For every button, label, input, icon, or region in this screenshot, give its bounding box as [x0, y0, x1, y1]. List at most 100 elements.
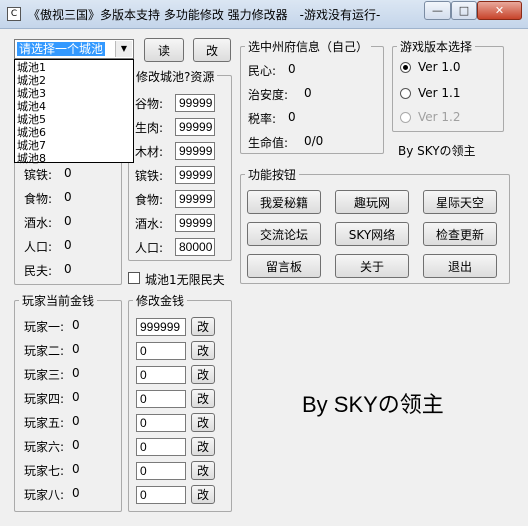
prefecture-value: 0: [304, 86, 312, 100]
player-money-value: 0: [72, 390, 80, 404]
star-sky-button[interactable]: 星际天空: [423, 190, 497, 214]
money-input[interactable]: 999999: [136, 318, 186, 336]
city-status-label: 民夫:: [24, 264, 53, 278]
resource-label: 木材:: [135, 145, 164, 159]
player-money-value: 0: [72, 366, 80, 380]
dropdown-option[interactable]: 城池1: [17, 61, 46, 74]
dropdown-option[interactable]: 城池8: [17, 152, 46, 165]
city-dropdown-list[interactable]: 城池1 城池2 城池3 城池4 城池5 城池6 城池7 城池8: [14, 59, 134, 165]
modify-money-button[interactable]: 改: [191, 317, 215, 336]
guestbook-button[interactable]: 留言板: [247, 254, 321, 278]
city-status-value: 0: [64, 262, 72, 276]
modify-resources-title: 修改城池?资源: [133, 68, 218, 85]
prefecture-label: 民心:: [248, 64, 277, 78]
city-status-label: 人口:: [24, 240, 53, 254]
prefecture-label: 税率:: [248, 112, 277, 126]
money-input[interactable]: 0: [136, 366, 186, 384]
dropdown-option[interactable]: 城池5: [17, 113, 46, 126]
modify-money-button[interactable]: 改: [191, 365, 215, 384]
money-input[interactable]: 0: [136, 390, 186, 408]
unlimited-laborers-checkbox[interactable]: [128, 272, 140, 284]
dropdown-option[interactable]: 城池7: [17, 139, 46, 152]
version-radio[interactable]: [400, 62, 411, 73]
player-money-value: 0: [72, 486, 80, 500]
chevron-down-icon[interactable]: ▼: [115, 41, 132, 57]
about-button[interactable]: 关于: [335, 254, 409, 278]
player-money-label: 玩家四:: [24, 392, 65, 406]
resource-input[interactable]: 80000: [175, 238, 215, 256]
money-input[interactable]: 0: [136, 462, 186, 480]
version-title: 游戏版本选择: [397, 38, 476, 55]
city-select-value: 请选择一个城池: [17, 42, 106, 56]
modify-money-button[interactable]: 改: [191, 485, 215, 504]
exit-button[interactable]: 退出: [423, 254, 497, 278]
money-input[interactable]: 0: [136, 438, 186, 456]
quwan-button[interactable]: 趣玩网: [335, 190, 409, 214]
resource-label: 人口:: [135, 241, 164, 255]
money-input[interactable]: 0: [136, 486, 186, 504]
resource-label: 镔铁:: [135, 169, 164, 183]
unlimited-laborers-label: 城池1无限民夫: [145, 273, 225, 287]
window-title: 《傲视三国》多版本支持 多功能修改 强力修改器 -游戏没有运行-: [28, 8, 381, 22]
resource-input[interactable]: 99999: [175, 166, 215, 184]
resource-input[interactable]: 99999: [175, 214, 215, 232]
modify-money-button[interactable]: 改: [191, 413, 215, 432]
minimize-button[interactable]: —: [424, 1, 451, 20]
player-money-title: 玩家当前金钱: [19, 292, 98, 309]
city-status-value: 0: [64, 214, 72, 228]
sky-network-button[interactable]: SKY网络: [335, 222, 409, 246]
resource-input[interactable]: 99999: [175, 190, 215, 208]
player-money-value: 0: [72, 414, 80, 428]
city-select[interactable]: 请选择一个城池 ▼: [14, 39, 134, 59]
function-buttons-title: 功能按钮: [245, 166, 300, 183]
money-input[interactable]: 0: [136, 342, 186, 360]
big-credit-text: By SKYの领主: [302, 392, 444, 417]
player-money-value: 0: [72, 318, 80, 332]
dropdown-option[interactable]: 城池3: [17, 87, 46, 100]
dropdown-option[interactable]: 城池2: [17, 74, 46, 87]
modify-city-button[interactable]: 改: [193, 38, 231, 62]
forum-button[interactable]: 交流论坛: [247, 222, 321, 246]
money-input[interactable]: 0: [136, 414, 186, 432]
player-money-label: 玩家三:: [24, 368, 65, 382]
city-status-value: 0: [64, 238, 72, 252]
prefecture-value: 0: [288, 62, 296, 76]
prefecture-value: 0/0: [304, 134, 324, 148]
player-money-value: 0: [72, 462, 80, 476]
prefecture-value: 0: [288, 110, 296, 124]
version-option-label: Ver 1.2: [418, 110, 461, 124]
dropdown-option[interactable]: 城池6: [17, 126, 46, 139]
prefecture-info-title: 选中州府信息（自己）: [245, 38, 372, 55]
modify-money-title: 修改金钱: [133, 292, 188, 309]
player-money-label: 玩家二:: [24, 344, 65, 358]
modify-money-button[interactable]: 改: [191, 389, 215, 408]
city-status-label: 镔铁:: [24, 168, 53, 182]
prefecture-label: 治安度:: [248, 88, 289, 102]
resource-label: 谷物:: [135, 97, 164, 111]
version-radio[interactable]: [400, 88, 411, 99]
version-option-label[interactable]: Ver 1.0: [418, 60, 461, 74]
resource-label: 酒水:: [135, 217, 164, 231]
resource-input[interactable]: 99999: [175, 94, 215, 112]
prefecture-label: 生命值:: [248, 136, 289, 150]
modify-money-button[interactable]: 改: [191, 437, 215, 456]
check-update-button[interactable]: 检查更新: [423, 222, 497, 246]
resource-label: 食物:: [135, 193, 164, 207]
maximize-button[interactable]: □: [451, 1, 477, 20]
read-button[interactable]: 读: [144, 38, 184, 62]
resource-input[interactable]: 99999: [175, 118, 215, 136]
version-option-label[interactable]: Ver 1.1: [418, 86, 461, 100]
modify-money-button[interactable]: 改: [191, 461, 215, 480]
app-icon: C: [7, 7, 21, 21]
modify-money-button[interactable]: 改: [191, 341, 215, 360]
player-money-label: 玩家六:: [24, 440, 65, 454]
resource-input[interactable]: 99999: [175, 142, 215, 160]
dropdown-option[interactable]: 城池4: [17, 100, 46, 113]
city-status-label: 酒水:: [24, 216, 53, 230]
close-button[interactable]: ✕: [477, 1, 522, 20]
player-money-value: 0: [72, 438, 80, 452]
credit-text: By SKYの领主: [398, 144, 476, 158]
player-money-value: 0: [72, 342, 80, 356]
cheat-codes-button[interactable]: 我爱秘籍: [247, 190, 321, 214]
city-status-label: 食物:: [24, 192, 53, 206]
